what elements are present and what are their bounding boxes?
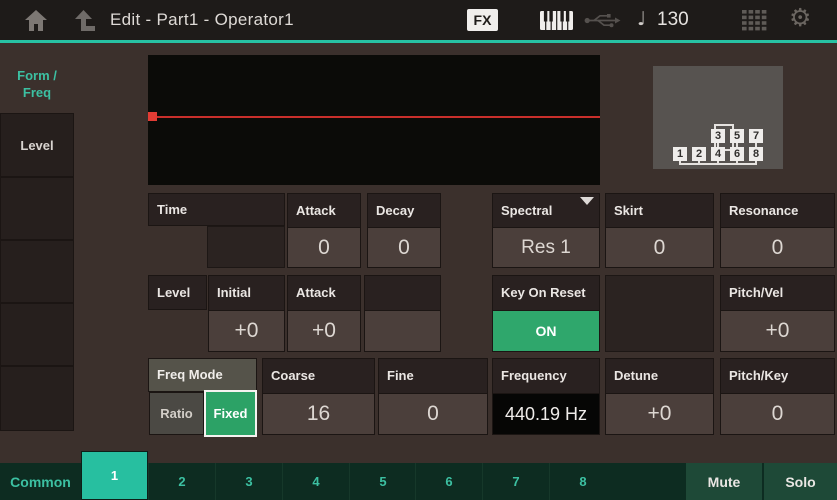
coarse-cell[interactable]: Coarse 16 <box>262 358 375 435</box>
initial-level-value[interactable]: +0 <box>209 311 284 351</box>
frequency-label: Frequency <box>493 359 599 394</box>
pitch-key-label: Pitch/Key <box>721 359 834 394</box>
top-bar: Edit - Part1 - Operator1 FX ♩ 130 ⚙ <box>0 0 837 40</box>
decay-time-label: Decay <box>368 194 440 228</box>
operator-tab-5[interactable]: 5 <box>349 463 416 500</box>
spectral-cell[interactable]: Spectral Res 1 <box>492 193 600 268</box>
operator-box-1: 1 <box>673 147 687 161</box>
keyboard-icon[interactable] <box>540 11 573 30</box>
detune-label: Detune <box>606 359 713 394</box>
sidebar-tab-level[interactable]: Level <box>0 113 74 177</box>
fx-button[interactable]: FX <box>467 9 498 31</box>
operator-box-3: 3 <box>711 129 725 143</box>
initial-level-cell[interactable]: Initial +0 <box>208 275 285 352</box>
spectral-label: Spectral <box>493 194 599 228</box>
tempo-value[interactable]: 130 <box>657 9 689 31</box>
attack-time-value[interactable]: 0 <box>288 228 360 267</box>
time-section-label: Time <box>148 193 285 226</box>
operator-tab-6[interactable]: 6 <box>415 463 482 500</box>
envelope-curve <box>152 116 600 118</box>
operator-box-7: 7 <box>749 129 763 143</box>
resonance-value[interactable]: 0 <box>721 228 834 267</box>
coarse-label: Coarse <box>263 359 374 394</box>
synth-edit-screen: Edit - Part1 - Operator1 FX ♩ 130 ⚙ Form… <box>0 0 837 500</box>
attack-level-value[interactable]: +0 <box>288 311 360 351</box>
frequency-cell[interactable]: Frequency 440.19 Hz <box>492 358 600 435</box>
spectral-value[interactable]: Res 1 <box>493 228 599 267</box>
sidebar-tab-empty-4 <box>0 366 74 431</box>
key-on-reset-toggle[interactable]: ON <box>493 311 599 351</box>
key-on-reset-label: Key On Reset <box>493 276 599 311</box>
operator-tab-4[interactable]: 4 <box>282 463 349 500</box>
skirt-value[interactable]: 0 <box>606 228 713 267</box>
exit-up-icon[interactable] <box>74 9 97 32</box>
freq-mode-label: Freq Mode <box>148 358 257 392</box>
empty-cell <box>605 275 714 352</box>
unlabeled-level-cell <box>364 275 441 352</box>
algorithm-diagram[interactable]: 12468 357 <box>653 66 783 169</box>
usb-icon[interactable] <box>584 13 621 28</box>
page-title: Edit - Part1 - Operator1 <box>110 10 294 29</box>
pitch-vel-value[interactable]: +0 <box>721 311 834 351</box>
operator-box-2: 2 <box>692 147 706 161</box>
home-icon[interactable] <box>24 9 48 32</box>
key-on-reset-cell[interactable]: Key On Reset ON <box>492 275 600 352</box>
decay-time-value[interactable]: 0 <box>368 228 440 267</box>
level-tab-label: Level <box>20 137 54 153</box>
envelope-handle[interactable] <box>148 112 157 121</box>
form-freq-label-line2: Freq <box>22 85 52 100</box>
fine-value[interactable]: 0 <box>379 394 487 434</box>
resonance-label: Resonance <box>721 194 834 228</box>
detune-value[interactable]: +0 <box>606 394 713 434</box>
fine-label: Fine <box>379 359 487 394</box>
solo-button[interactable]: Solo <box>762 463 837 500</box>
freq-mode-ratio-button[interactable]: Ratio <box>149 392 204 435</box>
pitch-key-cell[interactable]: Pitch/Key 0 <box>720 358 835 435</box>
sidebar-tab-empty-2 <box>0 240 74 303</box>
operator-tab-7[interactable]: 7 <box>482 463 549 500</box>
freq-mode-fixed-button[interactable]: Fixed <box>204 390 257 437</box>
time-empty-cell <box>207 226 285 268</box>
resonance-cell[interactable]: Resonance 0 <box>720 193 835 268</box>
detune-cell[interactable]: Detune +0 <box>605 358 714 435</box>
pitch-vel-cell[interactable]: Pitch/Vel +0 <box>720 275 835 352</box>
sidebar-tab-empty-3 <box>0 303 74 366</box>
attack-level-label: Attack <box>288 276 360 311</box>
operator-tab-3[interactable]: 3 <box>215 463 282 500</box>
attack-time-cell[interactable]: Attack 0 <box>287 193 361 268</box>
operator-box-5: 5 <box>730 129 744 143</box>
bottom-bar: Common 12345678 Mute Solo <box>0 451 837 500</box>
fine-cell[interactable]: Fine 0 <box>378 358 488 435</box>
common-tab[interactable]: Common <box>0 463 81 500</box>
level-section-label: Level <box>148 275 207 310</box>
dropdown-arrow-icon <box>580 197 594 205</box>
operator-tab-2[interactable]: 2 <box>148 463 215 500</box>
form-freq-label-line1: Form / <box>17 68 57 83</box>
settings-gear-icon[interactable]: ⚙ <box>789 3 811 32</box>
pitch-vel-label: Pitch/Vel <box>721 276 834 311</box>
operator-box-8: 8 <box>749 147 763 161</box>
sidebar-tab-form-freq[interactable]: Form / Freq <box>0 54 74 114</box>
operator-tab-1[interactable]: 1 <box>81 451 148 500</box>
carrier-bus-line <box>679 163 757 165</box>
pitch-key-value[interactable]: 0 <box>721 394 834 434</box>
operator-box-4: 4 <box>711 147 725 161</box>
decay-time-cell[interactable]: Decay 0 <box>367 193 441 268</box>
operator-box-6: 6 <box>730 147 744 161</box>
accent-divider <box>0 40 837 43</box>
tempo-note-icon[interactable]: ♩ <box>637 8 646 30</box>
matrix-grid-icon[interactable] <box>742 10 768 31</box>
sidebar-tab-empty-1 <box>0 177 74 240</box>
coarse-value[interactable]: 16 <box>263 394 374 434</box>
initial-level-label: Initial <box>209 276 284 311</box>
frequency-value[interactable]: 440.19 Hz <box>493 394 599 434</box>
skirt-cell[interactable]: Skirt 0 <box>605 193 714 268</box>
envelope-display[interactable] <box>148 55 600 185</box>
attack-time-label: Attack <box>288 194 360 228</box>
mute-button[interactable]: Mute <box>684 463 762 500</box>
attack-level-cell[interactable]: Attack +0 <box>287 275 361 352</box>
operator-tab-8[interactable]: 8 <box>549 463 616 500</box>
skirt-label: Skirt <box>606 194 713 228</box>
